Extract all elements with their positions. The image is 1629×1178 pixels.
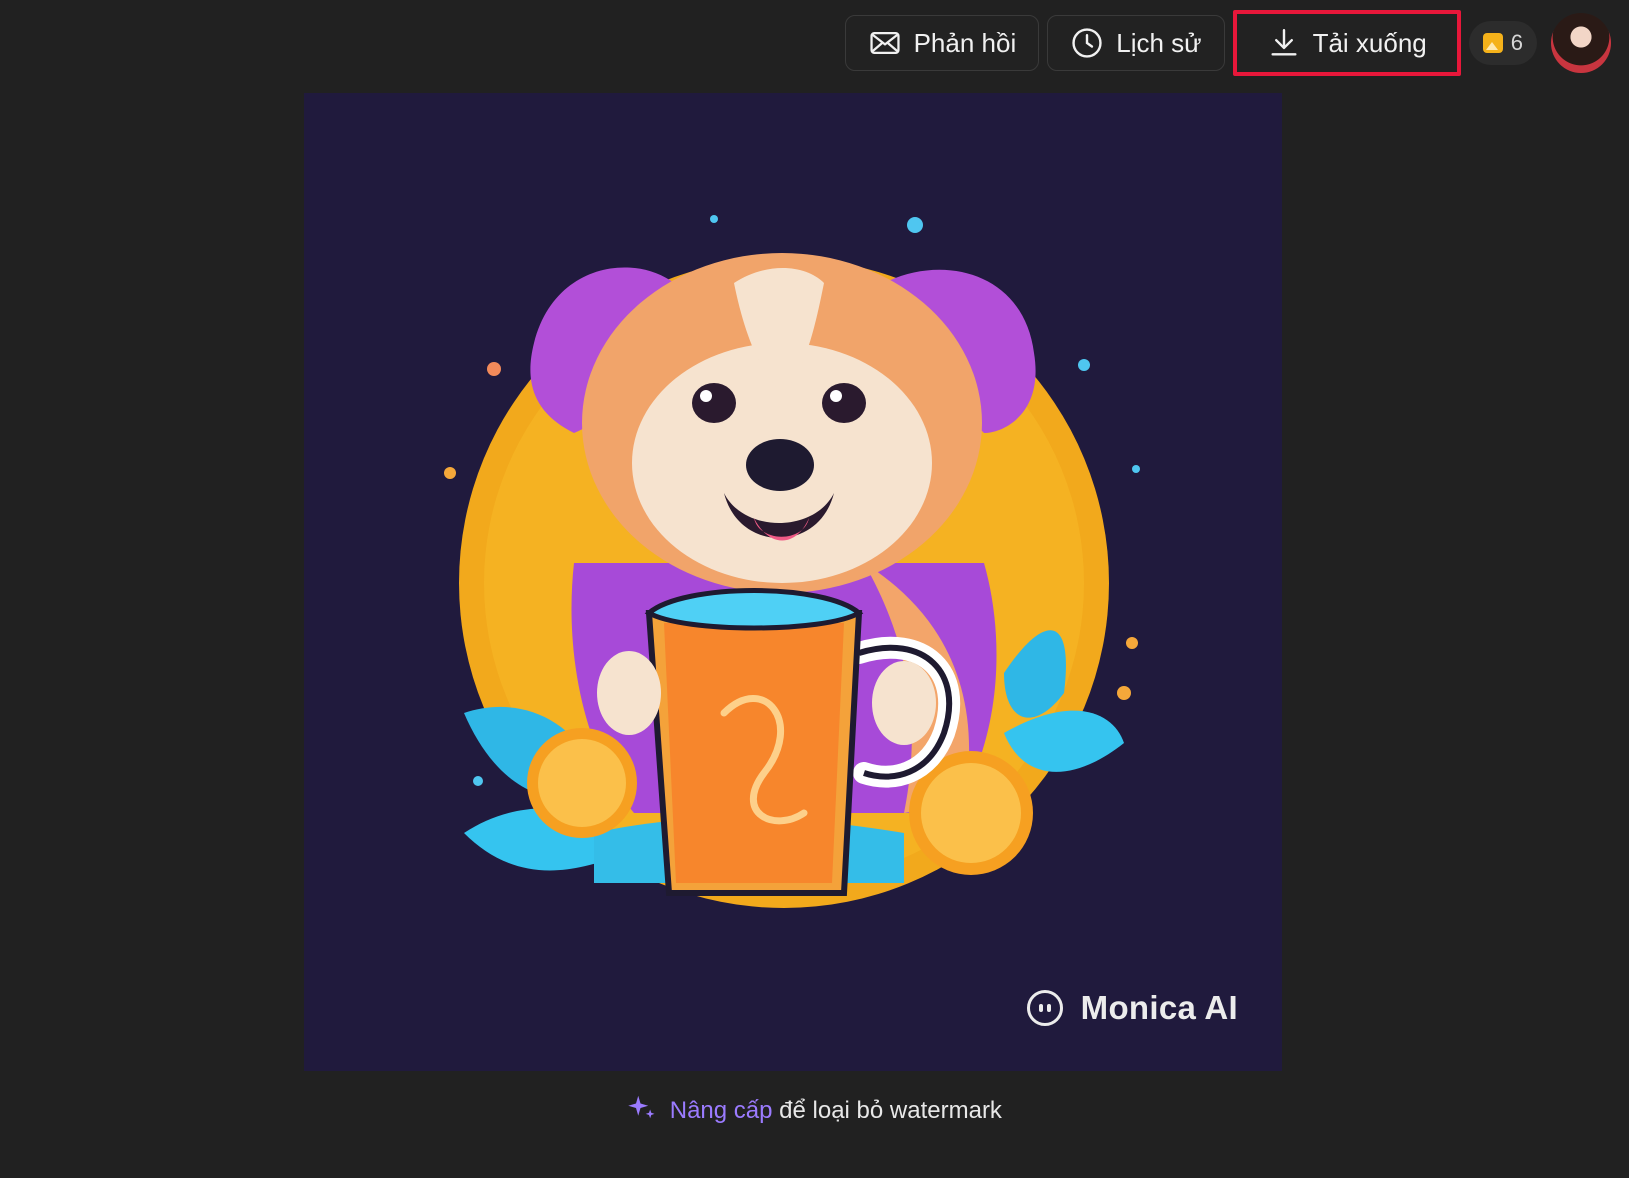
download-label: Tải xuống <box>1312 27 1427 58</box>
top-toolbar: Phản hồi Lịch sử Tải xuống 6 <box>844 10 1611 76</box>
clock-icon <box>1072 28 1102 58</box>
image-credit-icon <box>1482 33 1503 53</box>
upgrade-text: để loại bỏ watermark <box>779 1097 1002 1124</box>
dog-illustration <box>444 215 1140 908</box>
history-label: Lịch sử <box>1116 27 1202 58</box>
feedback-button[interactable]: Phản hồi <box>844 15 1040 71</box>
mail-icon <box>869 31 900 55</box>
history-button[interactable]: Lịch sử <box>1047 15 1225 71</box>
generated-image[interactable]: Monica AI <box>304 93 1282 1071</box>
download-icon <box>1271 29 1297 56</box>
upgrade-link[interactable]: Nâng cấp <box>670 1097 773 1124</box>
monica-logo-icon <box>1026 990 1063 1026</box>
watermark-text: Monica AI <box>1080 989 1238 1026</box>
upgrade-notice: Nâng cấp để loại bỏ watermark <box>0 1092 1629 1125</box>
watermark: Monica AI <box>1026 989 1238 1027</box>
download-button[interactable]: Tải xuống <box>1232 10 1461 76</box>
sparkle-icon <box>628 1095 655 1119</box>
image-credits-badge[interactable]: 6 <box>1468 21 1537 65</box>
feedback-label: Phản hồi <box>913 27 1017 58</box>
credits-count: 6 <box>1510 30 1523 55</box>
user-avatar[interactable] <box>1551 13 1611 73</box>
